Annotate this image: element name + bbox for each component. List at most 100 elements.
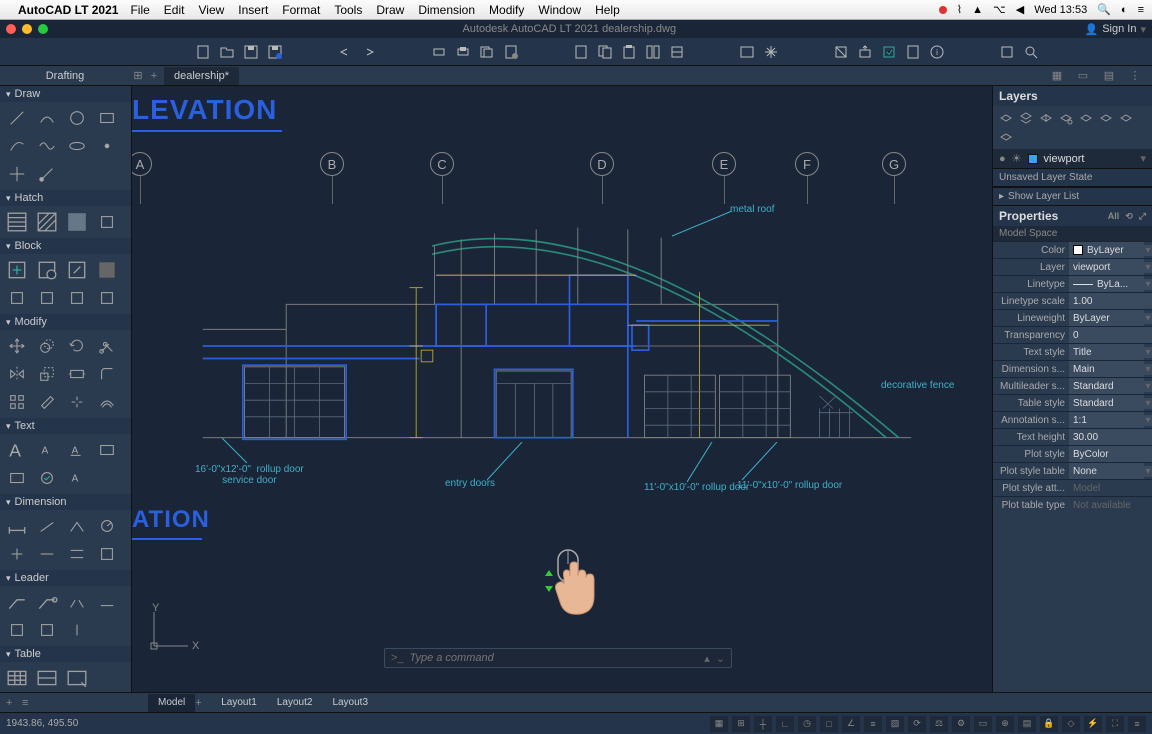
prop-value[interactable]: viewport: [1069, 259, 1144, 275]
prop-row-8[interactable]: Multileader s...Standard▾: [993, 377, 1152, 394]
block-tool-8[interactable]: [92, 286, 122, 310]
cleanscreen-icon[interactable]: [738, 43, 756, 61]
menu-help[interactable]: Help: [595, 3, 620, 17]
text-tool-7[interactable]: A: [62, 466, 92, 490]
status-grid-icon[interactable]: ⊞: [732, 716, 750, 732]
create-block-tool[interactable]: [32, 258, 62, 282]
define-attribute-tool[interactable]: [92, 258, 122, 282]
move-tool[interactable]: [2, 334, 32, 358]
status-polar-icon[interactable]: ◷: [798, 716, 816, 732]
current-layer-row[interactable]: ● ☀ viewport ▾: [993, 149, 1152, 168]
cut-icon[interactable]: [572, 43, 590, 61]
control-center-icon[interactable]: ◐: [1121, 4, 1128, 16]
leader-tool-5[interactable]: [2, 618, 32, 642]
prop-value[interactable]: 1:1: [1069, 412, 1144, 428]
eject-icon[interactable]: ▲: [972, 4, 983, 16]
copy-icon[interactable]: [596, 43, 614, 61]
paste-icon[interactable]: [620, 43, 638, 61]
spline-tool[interactable]: [32, 134, 62, 158]
dropdown-icon[interactable]: ▾: [1144, 262, 1152, 273]
edit-block-tool[interactable]: [62, 258, 92, 282]
command-line[interactable]: >_ ▴ ⌄: [384, 648, 732, 668]
rtb-icon-2[interactable]: ▭: [1074, 69, 1092, 82]
fillet-tool[interactable]: [92, 362, 122, 386]
prop-value[interactable]: 1.00: [1069, 293, 1152, 309]
status-lock-icon[interactable]: 🔒: [1040, 716, 1058, 732]
menu-modify[interactable]: Modify: [489, 3, 524, 17]
dropdown-icon[interactable]: ▾: [1144, 364, 1152, 375]
table-tool[interactable]: [2, 666, 32, 690]
explode-tool[interactable]: [62, 390, 92, 414]
menu-insert[interactable]: Insert: [238, 3, 268, 17]
layout-plus-1[interactable]: +: [6, 697, 22, 709]
status-osnap-icon[interactable]: □: [820, 716, 838, 732]
layer-icon-5[interactable]: [1077, 110, 1094, 126]
hatch-tool[interactable]: [2, 210, 32, 234]
prop-value[interactable]: Model: [1069, 480, 1152, 496]
signin-dropdown-icon[interactable]: ▾: [1140, 23, 1146, 36]
status-hardware-icon[interactable]: ⚡: [1084, 716, 1102, 732]
prop-row-13[interactable]: Plot style tableNone▾: [993, 462, 1152, 479]
block-tool-7[interactable]: [62, 286, 92, 310]
menu-file[interactable]: File: [130, 3, 149, 17]
palette-leader-header[interactable]: ▾Leader: [0, 570, 131, 586]
palette-modify-header[interactable]: ▾Modify: [0, 314, 131, 330]
rtb-icon-1[interactable]: ▦: [1048, 69, 1066, 82]
mtext-tool[interactable]: A: [2, 438, 32, 462]
leader-tool[interactable]: [2, 590, 32, 614]
signin-button[interactable]: Sign In: [1102, 23, 1136, 35]
offline-help-icon[interactable]: [998, 43, 1016, 61]
prop-value[interactable]: ByLayer: [1069, 310, 1144, 326]
xref-icon[interactable]: [832, 43, 850, 61]
region-tool[interactable]: [92, 210, 122, 234]
ws-add-icon[interactable]: +: [146, 70, 162, 82]
appload-icon[interactable]: [856, 43, 874, 61]
save-icon[interactable]: [242, 43, 260, 61]
tab-model[interactable]: Model: [148, 694, 195, 712]
prop-value[interactable]: ByLayer: [1069, 242, 1144, 258]
status-quickprops-icon[interactable]: ▤: [1018, 716, 1036, 732]
menu-view[interactable]: View: [198, 3, 224, 17]
minimize-window-button[interactable]: [22, 24, 32, 34]
audit-icon[interactable]: [904, 43, 922, 61]
status-model-icon[interactable]: ▦: [710, 716, 728, 732]
redo-icon[interactable]: [360, 43, 378, 61]
layer-icon-1[interactable]: [997, 110, 1014, 126]
text-tool-5[interactable]: [2, 466, 32, 490]
pan-icon[interactable]: [762, 43, 780, 61]
prop-row-12[interactable]: Plot styleByColor: [993, 445, 1152, 462]
prop-row-0[interactable]: ColorByLayer▾: [993, 241, 1152, 258]
layer-icon-7[interactable]: [1117, 110, 1134, 126]
erase-tool[interactable]: [32, 390, 62, 414]
menu-edit[interactable]: Edit: [164, 3, 185, 17]
rotate-tool[interactable]: [62, 334, 92, 358]
text-tool-3[interactable]: A: [62, 438, 92, 462]
prop-row-9[interactable]: Table styleStandard▾: [993, 394, 1152, 411]
gradient-tool[interactable]: [32, 210, 62, 234]
dim-tool-2[interactable]: [32, 514, 62, 538]
mirror-tool[interactable]: [2, 362, 32, 386]
dimension-tool[interactable]: [2, 514, 32, 538]
leader-tool-4[interactable]: [92, 590, 122, 614]
prop-value[interactable]: Standard: [1069, 395, 1144, 411]
command-history-icon[interactable]: ▴: [704, 652, 710, 665]
xline-tool[interactable]: [2, 162, 32, 186]
dim-tool-8[interactable]: [92, 542, 122, 566]
layout-add-icon[interactable]: +: [195, 697, 211, 709]
text-tool-2[interactable]: A: [32, 438, 62, 462]
prop-row-5[interactable]: Transparency0: [993, 326, 1152, 343]
status-cycling-icon[interactable]: ⟳: [908, 716, 926, 732]
status-cleanscreen-icon[interactable]: ⛶: [1106, 716, 1124, 732]
arc-tool[interactable]: [2, 134, 32, 158]
copy-tool[interactable]: [32, 334, 62, 358]
status-customize-icon[interactable]: ≡: [1128, 716, 1146, 732]
workspace-label[interactable]: Drafting: [0, 70, 130, 82]
prop-row-11[interactable]: Text height30.00: [993, 428, 1152, 445]
dropdown-icon[interactable]: ▾: [1144, 347, 1152, 358]
prop-row-15[interactable]: Plot table typeNot available: [993, 496, 1152, 513]
plot-preview-icon[interactable]: [454, 43, 472, 61]
block-tool-6[interactable]: [32, 286, 62, 310]
close-window-button[interactable]: [6, 24, 16, 34]
trim-tool[interactable]: [92, 334, 122, 358]
palette-dimension-header[interactable]: ▾Dimension: [0, 494, 131, 510]
